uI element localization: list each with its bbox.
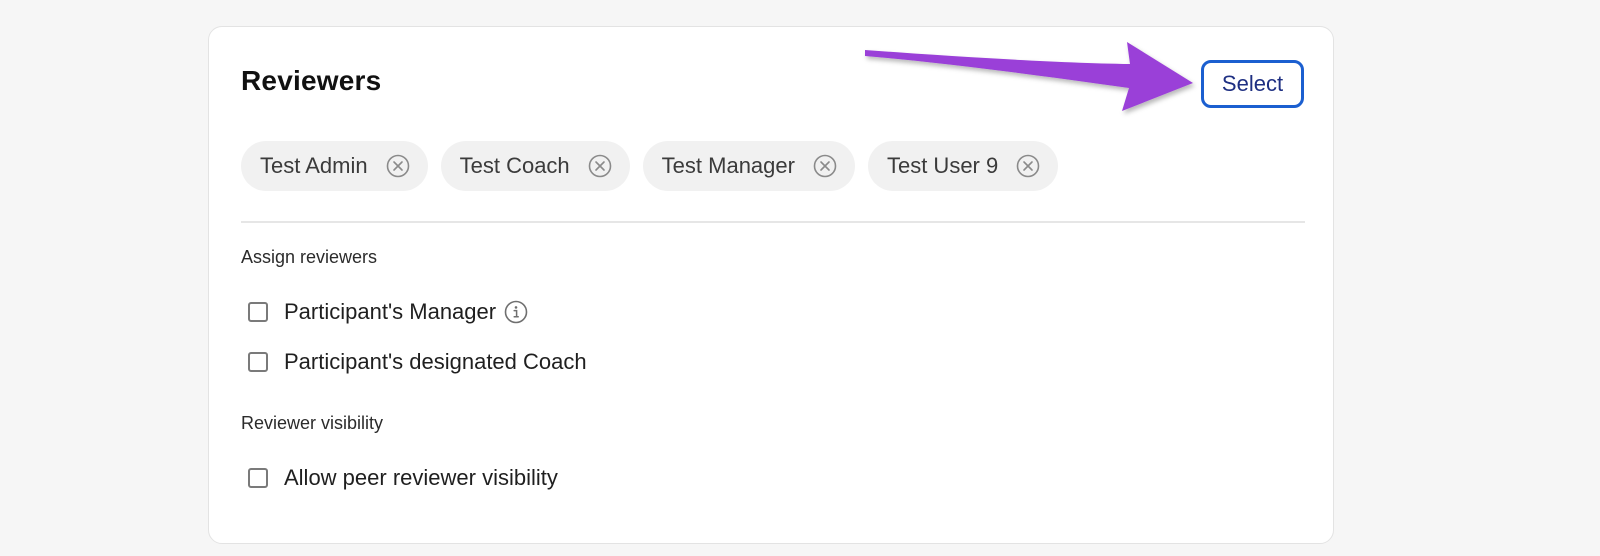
reviewer-chip-list: Test Admin Test Coach Test Manager Test … <box>241 141 1059 191</box>
designated-coach-checkbox[interactable] <box>248 352 268 372</box>
option-participants-manager: Participant's Manager <box>248 299 528 325</box>
option-peer-visibility: Allow peer reviewer visibility <box>248 465 558 491</box>
reviewer-visibility-label: Reviewer visibility <box>241 413 384 433</box>
peer-visibility-checkbox[interactable] <box>248 468 268 488</box>
select-reviewers-button[interactable]: Select <box>1201 60 1304 108</box>
reviewer-chip: Test Coach <box>440 141 630 191</box>
divider <box>241 221 1305 223</box>
chip-label: Test User 9 <box>886 153 999 178</box>
info-icon[interactable] <box>504 300 528 324</box>
close-circle-icon[interactable] <box>813 154 837 178</box>
option-designated-coach: Participant's designated Coach <box>248 349 587 375</box>
chip-label: Test Coach <box>459 153 570 178</box>
close-circle-icon[interactable] <box>588 154 612 178</box>
section-title: Reviewers <box>241 65 382 96</box>
option-label: Participant's designated Coach <box>284 349 587 374</box>
reviewer-chip: Test Admin <box>241 141 428 191</box>
assign-reviewers-label: Assign reviewers <box>241 247 378 267</box>
reviewer-chip: Test User 9 <box>867 141 1059 191</box>
chip-label: Test Manager <box>661 153 795 178</box>
close-circle-icon[interactable] <box>1016 154 1040 178</box>
option-label: Allow peer reviewer visibility <box>284 465 558 490</box>
option-label: Participant's Manager <box>284 299 497 324</box>
chip-label: Test Admin <box>260 153 368 178</box>
close-circle-icon[interactable] <box>386 154 410 178</box>
reviewer-chip: Test Manager <box>642 141 855 191</box>
reviewers-card: Reviewers Select Test Admin Test Coach T… <box>208 26 1334 544</box>
participants-manager-checkbox[interactable] <box>248 302 268 322</box>
